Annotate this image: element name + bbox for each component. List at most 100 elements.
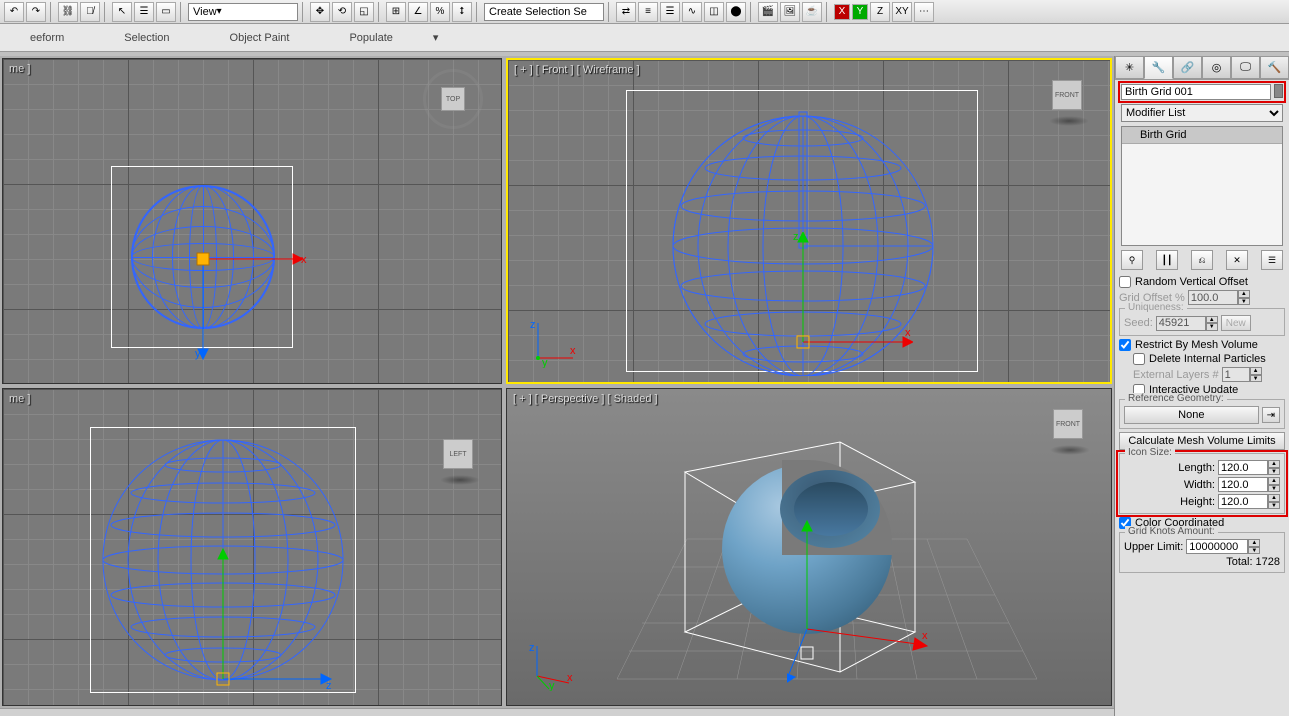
- pin-stack-icon[interactable]: ⚲: [1121, 250, 1143, 270]
- svg-text:z: z: [326, 680, 332, 692]
- grid-offset-spinner: ▲▼: [1188, 290, 1250, 305]
- move-gizmo-left[interactable]: z: [211, 539, 351, 699]
- svg-text:x: x: [905, 327, 911, 339]
- svg-text:y: y: [195, 348, 201, 360]
- undo-icon[interactable]: ↶: [4, 2, 24, 22]
- snap-icon[interactable]: ⊞: [386, 2, 406, 22]
- render-icon[interactable]: ☕: [802, 2, 822, 22]
- move-gizmo-persp[interactable]: x: [787, 519, 947, 689]
- named-selection-dropdown[interactable]: Create Selection Se: [484, 3, 604, 21]
- tab-object-paint[interactable]: Object Paint: [200, 32, 320, 44]
- svg-text:x: x: [301, 254, 307, 266]
- redo-icon[interactable]: ↷: [26, 2, 46, 22]
- random-vertical-offset-checkbox[interactable]: Random Vertical Offset: [1119, 276, 1285, 288]
- svg-text:x: x: [567, 672, 573, 684]
- reference-geometry-button[interactable]: None: [1124, 406, 1259, 424]
- viewcube-top[interactable]: TOP: [423, 69, 483, 129]
- viewport-top[interactable]: me ] TOP x y: [2, 58, 502, 384]
- object-name-field: [1121, 84, 1283, 100]
- link-icon[interactable]: ⛓: [58, 2, 78, 22]
- new-seed-button: New: [1221, 315, 1251, 331]
- viewport-top-label: me ]: [9, 63, 30, 75]
- render-frame-icon[interactable]: 🖼: [780, 2, 800, 22]
- viewport-left-label: me ]: [9, 393, 30, 405]
- tab-hierarchy-icon[interactable]: 🔗: [1173, 56, 1202, 79]
- scale-icon[interactable]: ◱: [354, 2, 374, 22]
- modifier-stack[interactable]: Birth Grid: [1121, 126, 1283, 246]
- seed-spinner: ▲▼: [1156, 316, 1218, 331]
- tab-motion-icon[interactable]: ◎: [1202, 56, 1231, 79]
- snap-angle-icon[interactable]: ∠: [408, 2, 428, 22]
- axis-z-toggle[interactable]: Z: [870, 2, 890, 22]
- rollout-area[interactable]: Random Vertical Offset Grid Offset % ▲▼ …: [1115, 272, 1289, 716]
- timeline-strip[interactable]: [0, 708, 1114, 716]
- viewport-persp-label: [ + ] [ Perspective ] [ Shaded ]: [513, 393, 658, 405]
- remove-modifier-icon[interactable]: ✕: [1226, 250, 1248, 270]
- rotate-icon[interactable]: ⟲: [332, 2, 352, 22]
- tab-display-icon[interactable]: 🖵: [1231, 56, 1260, 79]
- render-setup-icon[interactable]: 🎬: [758, 2, 778, 22]
- command-panel-tabs: ✳ 🔧 🔗 ◎ 🖵 🔨: [1115, 56, 1289, 80]
- viewport-left[interactable]: me ] LEFT z: [2, 388, 502, 706]
- viewcube-front[interactable]: FRONT: [1044, 72, 1094, 122]
- tab-freeform[interactable]: eeform: [0, 32, 94, 44]
- curve-editor-icon[interactable]: ∿: [682, 2, 702, 22]
- show-end-result-icon[interactable]: ┃┃: [1156, 250, 1178, 270]
- viewcube-left[interactable]: LEFT: [435, 431, 485, 481]
- tab-utilities-icon[interactable]: 🔨: [1260, 56, 1289, 79]
- svg-text:x: x: [922, 630, 928, 642]
- spinner-snap-icon[interactable]: ⭥: [452, 2, 472, 22]
- axis-x-toggle[interactable]: X: [834, 4, 850, 20]
- svg-text:z: z: [529, 642, 535, 654]
- ribbon-tabs: eeform Selection Object Paint Populate ▾: [0, 24, 1289, 52]
- object-color-swatch[interactable]: [1274, 84, 1283, 98]
- object-name-input[interactable]: [1121, 84, 1271, 100]
- make-unique-icon[interactable]: ⎌: [1191, 250, 1213, 270]
- delete-internal-checkbox[interactable]: Delete Internal Particles: [1119, 353, 1285, 365]
- axis-xy-toggle[interactable]: XY: [892, 2, 912, 22]
- axis-more-icon[interactable]: ⋯: [914, 2, 934, 22]
- svg-text:z: z: [530, 319, 536, 331]
- viewport-perspective[interactable]: [ + ] [ Perspective ] [ Shaded ] FRONT: [506, 388, 1112, 706]
- ribbon-expand-icon[interactable]: ▾: [423, 31, 449, 44]
- length-spinner[interactable]: ▲▼: [1218, 460, 1280, 475]
- modifier-stack-buttons: ⚲ ┃┃ ⎌ ✕ ☰: [1121, 250, 1283, 270]
- align-icon[interactable]: ≡: [638, 2, 658, 22]
- grid-knots-group: Grid Knots Amount: Upper Limit: ▲▼ Total…: [1119, 532, 1285, 573]
- viewport-front[interactable]: [ + ] [ Front ] [ Wireframe ] FRONT: [506, 58, 1112, 384]
- move-gizmo-front[interactable]: x z: [753, 232, 913, 372]
- select-rect-icon[interactable]: ▭: [156, 2, 176, 22]
- restrict-mesh-checkbox[interactable]: Restrict By Mesh Volume: [1119, 339, 1285, 351]
- modifier-stack-item[interactable]: Birth Grid: [1122, 127, 1282, 144]
- unlink-icon[interactable]: ⛓̸: [80, 2, 100, 22]
- command-panel: ✳ 🔧 🔗 ◎ 🖵 🔨 Modifier List Birth Grid ⚲ ┃…: [1114, 56, 1289, 716]
- tab-populate[interactable]: Populate: [319, 32, 422, 44]
- reference-geometry-group: Reference Geometry: None ⇥: [1119, 399, 1285, 429]
- layers-icon[interactable]: ☰: [660, 2, 680, 22]
- upper-limit-spinner[interactable]: ▲▼: [1186, 539, 1260, 554]
- width-spinner[interactable]: ▲▼: [1218, 477, 1280, 492]
- icon-size-group: Icon Size: Length: ▲▼ Width: ▲▼ Height: …: [1119, 453, 1285, 514]
- uniqueness-group: Uniqueness: Seed: ▲▼ New: [1119, 308, 1285, 336]
- axis-tripod-persp: x z y: [527, 641, 577, 691]
- modifier-list-dropdown[interactable]: Modifier List: [1121, 104, 1283, 122]
- mirror-icon[interactable]: ⇄: [616, 2, 636, 22]
- height-spinner[interactable]: ▲▼: [1218, 494, 1280, 509]
- move-icon[interactable]: ✥: [310, 2, 330, 22]
- select-icon[interactable]: ↖: [112, 2, 132, 22]
- axis-y-toggle[interactable]: Y: [852, 4, 868, 20]
- viewcube-persp[interactable]: FRONT: [1045, 401, 1095, 451]
- tab-selection[interactable]: Selection: [94, 32, 199, 44]
- view-dropdown[interactable]: View ▾: [188, 3, 298, 21]
- tab-modify-icon[interactable]: 🔧: [1144, 56, 1173, 79]
- move-gizmo-top[interactable]: x y: [193, 249, 313, 369]
- svg-text:y: y: [542, 357, 548, 368]
- material-editor-icon[interactable]: ⬤: [726, 2, 746, 22]
- snap-percent-icon[interactable]: %: [430, 2, 450, 22]
- select-name-icon[interactable]: ☰: [134, 2, 154, 22]
- reference-geometry-clear-icon[interactable]: ⇥: [1262, 407, 1280, 423]
- schematic-icon[interactable]: ◫: [704, 2, 724, 22]
- tab-create-icon[interactable]: ✳: [1115, 56, 1144, 79]
- total-value: 1728: [1256, 556, 1280, 568]
- configure-sets-icon[interactable]: ☰: [1261, 250, 1283, 270]
